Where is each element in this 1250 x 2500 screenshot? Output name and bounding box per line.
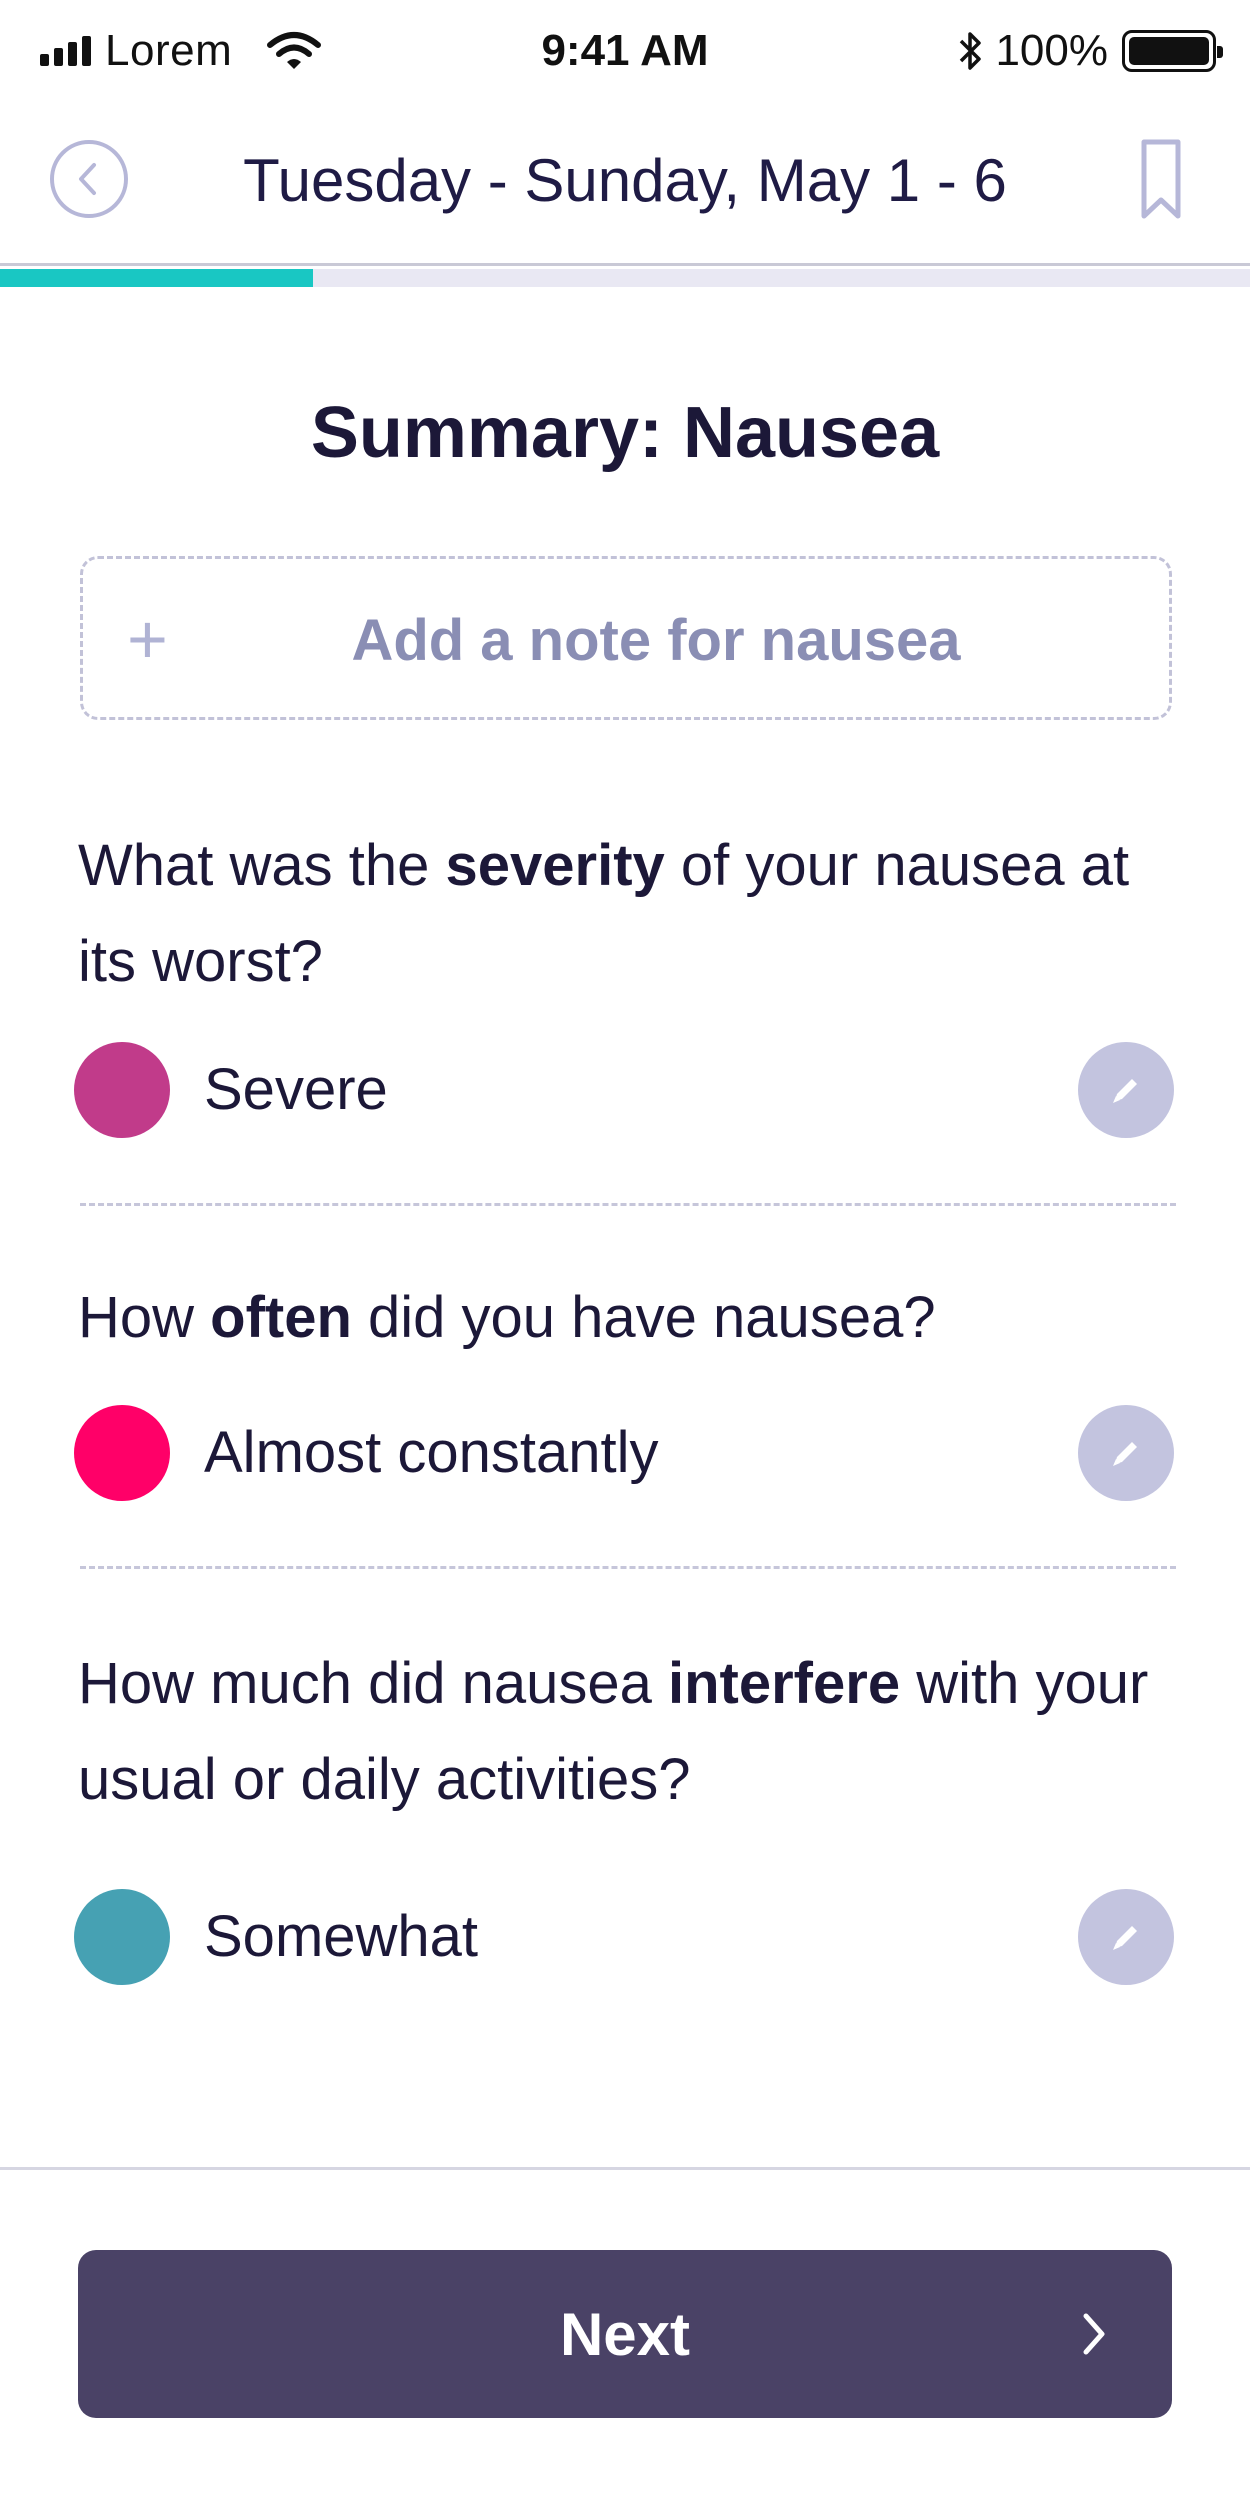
add-note-button[interactable]: + Add a note for nausea: [80, 556, 1172, 720]
page-title: Summary: Nausea: [310, 393, 940, 473]
next-button-label: Next: [559, 2301, 691, 2368]
next-button[interactable]: Next: [78, 2250, 1172, 2418]
chevron-right-icon: [1083, 2313, 1105, 2355]
answer-row-frequency: Almost constantly: [74, 1405, 1174, 1501]
question-keyword: often: [210, 1285, 352, 1350]
question-text: What was the: [78, 833, 446, 898]
divider: [80, 1203, 1176, 1206]
answer-row-interference: Somewhat: [74, 1889, 1174, 1985]
edit-button[interactable]: [1078, 1405, 1174, 1501]
status-bar-right: 100%: [957, 26, 1223, 76]
pencil-icon: [1113, 1442, 1137, 1466]
progress-bar-fill: [0, 269, 313, 287]
add-note-label: Add a note for nausea: [351, 608, 961, 673]
divider: [80, 1566, 1176, 1569]
answer-label: Somewhat: [204, 1904, 479, 1969]
question-interference: How much did nausea interfere with your …: [78, 1636, 1188, 1828]
pencil-icon: [1113, 1079, 1137, 1103]
question-keyword: severity: [445, 833, 665, 898]
interference-indicator: [74, 1889, 170, 1985]
question-text: did you have nausea?: [351, 1285, 936, 1350]
question-frequency: How often did you have nausea?: [78, 1270, 1188, 1366]
severity-indicator: [74, 1042, 170, 1138]
frequency-indicator: [74, 1405, 170, 1501]
battery-icon: [1122, 30, 1223, 72]
bookmark-icon[interactable]: [1140, 138, 1182, 222]
navigation-header: Tuesday - Sunday, May 1 - 6: [0, 110, 1250, 266]
bluetooth-icon: [960, 32, 982, 70]
progress-bar: [0, 269, 1250, 287]
edit-button[interactable]: [1078, 1042, 1174, 1138]
header-title: Tuesday - Sunday, May 1 - 6: [243, 147, 1007, 214]
footer-divider: [0, 2167, 1250, 2170]
answer-row-severity: Severe: [74, 1042, 1174, 1138]
pencil-icon: [1113, 1926, 1137, 1950]
question-keyword: interfere: [668, 1651, 901, 1716]
question-text: How: [78, 1285, 211, 1350]
battery-percentage: 100%: [995, 26, 1108, 75]
answer-label: Severe: [204, 1057, 388, 1122]
question-severity: What was the severity of your nausea at …: [78, 818, 1188, 1010]
status-bar: Lorem 9:41 AM 100%: [0, 0, 1250, 110]
question-text: How much did nausea: [78, 1651, 668, 1716]
answer-label: Almost constantly: [204, 1420, 659, 1485]
edit-button[interactable]: [1078, 1889, 1174, 1985]
